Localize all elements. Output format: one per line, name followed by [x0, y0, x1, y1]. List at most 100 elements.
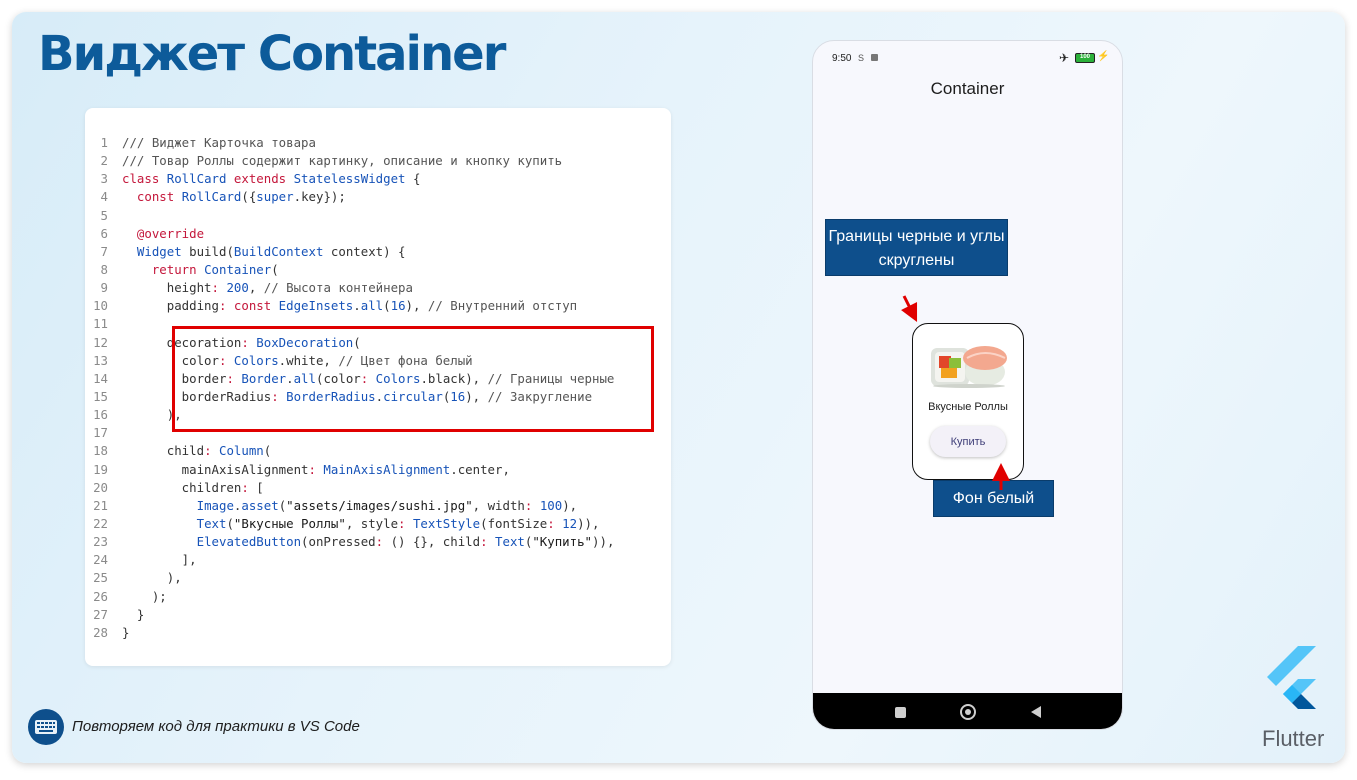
code-token: :: [308, 461, 324, 477]
nav-square-icon[interactable]: [895, 707, 906, 718]
code-text: padding: const EdgeInsets.all(16), // Вн…: [122, 297, 577, 315]
code-token: .: [353, 298, 361, 314]
nav-back-icon[interactable]: [1031, 706, 1041, 718]
code-token: EdgeInsets: [278, 298, 354, 314]
sushi-image: [931, 346, 1007, 388]
line-number: 22: [93, 515, 108, 531]
line-number: 15: [93, 388, 108, 404]
code-text: }: [122, 624, 129, 642]
code-token: Column: [218, 443, 264, 459]
code-token: children: [122, 479, 242, 495]
code-token: Image: [196, 497, 234, 513]
code-text: Image.asset("assets/images/sushi.jpg", w…: [122, 497, 578, 515]
line-number: 24: [93, 552, 108, 568]
code-token: :: [375, 534, 391, 550]
code-token: Widget: [136, 243, 190, 259]
code-text: ),: [122, 569, 182, 587]
code-line: 25 ),: [85, 569, 671, 587]
code-token: BuildContext: [233, 243, 324, 259]
code-line: 20 children: [: [85, 479, 671, 497]
code-token: )),: [592, 534, 615, 550]
flutter-label: Flutter: [1262, 726, 1325, 751]
code-token: Text: [495, 534, 525, 550]
code-line: 8 return Container(: [85, 261, 671, 279]
line-number: 27: [93, 606, 108, 622]
code-line: 27 }: [85, 606, 671, 624]
phone-mockup: 9:50 S ✈ 100 ⚡ Container Вкусные Роллы К…: [812, 40, 1123, 730]
line-number: 10: [93, 298, 108, 314]
status-time: 9:50: [832, 53, 852, 64]
code-token: [: [256, 479, 264, 495]
code-text: const RollCard({super.key});: [122, 188, 346, 206]
code-token: : const: [218, 298, 279, 314]
line-number: 16: [93, 407, 108, 423]
code-token: return: [151, 261, 205, 277]
code-text: Text("Вкусные Роллы", style: TextStyle(f…: [122, 515, 600, 533]
nav-home-icon[interactable]: [960, 704, 976, 720]
line-number: 4: [100, 189, 108, 205]
line-number: 12: [93, 334, 108, 350]
code-token: StatelessWidget: [293, 171, 406, 187]
code-token: 12: [562, 515, 578, 531]
line-number: 21: [93, 497, 108, 513]
code-token: (onPressed: [301, 534, 376, 550]
line-number: 2: [100, 153, 108, 169]
code-token: (fontSize: [480, 515, 548, 531]
line-number: 28: [93, 624, 108, 640]
line-number: 25: [93, 570, 108, 586]
code-token: @override: [136, 225, 205, 241]
line-number: 11: [93, 316, 108, 332]
code-token: // Высота контейнера: [263, 280, 413, 296]
code-token: height: [122, 280, 212, 296]
code-token: (: [263, 443, 272, 459]
airplane-icon: ✈: [1059, 51, 1070, 65]
code-line: 5: [85, 207, 671, 225]
buy-button[interactable]: Купить: [930, 426, 1006, 457]
code-token: Text: [196, 515, 227, 531]
code-token: extends: [233, 171, 294, 187]
line-number: 19: [93, 461, 108, 477]
code-text: return Container(: [122, 261, 279, 279]
code-token: TextStyle: [412, 515, 481, 531]
code-token: "Вкусные Роллы": [233, 515, 346, 531]
line-number: 23: [93, 534, 108, 550]
slide-title: Виджет Container: [38, 26, 506, 82]
code-text: ],: [122, 551, 197, 569]
code-line: 24 ],: [85, 551, 671, 569]
keyboard-icon: [28, 709, 64, 745]
line-number: 7: [100, 243, 108, 259]
code-token: super: [256, 189, 294, 205]
code-token: 100: [539, 497, 563, 513]
code-line: 4 const RollCard({super.key});: [85, 188, 671, 206]
code-token: "assets/images/sushi.jpg": [286, 497, 473, 513]
code-line: 7 Widget build(BuildContext context) {: [85, 243, 671, 261]
code-token: padding: [122, 298, 219, 314]
code-text: children: [: [122, 479, 264, 497]
flutter-logo-icon: [1267, 646, 1316, 709]
line-number: 18: [93, 443, 108, 459]
code-line: 18 child: Column(: [85, 442, 671, 460]
code-text: /// Виджет Карточка товара: [122, 134, 316, 152]
line-number: 13: [93, 352, 108, 368]
code-token: }: [122, 606, 145, 622]
code-token: Container: [204, 261, 272, 277]
code-token: );: [122, 588, 167, 604]
code-token: (: [383, 298, 391, 314]
line-number: 6: [100, 225, 108, 241]
code-line: 6 @override: [85, 225, 671, 243]
app-title: Container: [930, 79, 1005, 98]
code-token: all: [360, 298, 384, 314]
code-token: :: [204, 443, 219, 459]
footer-note: Повторяем код для практики в VS Code: [72, 718, 360, 735]
code-token: , style: [345, 515, 399, 531]
code-token: :: [241, 479, 257, 495]
status-bar: 9:50 S ✈ 100 ⚡: [813, 41, 1122, 75]
code-line: 9 height: 200, // Высота контейнера: [85, 279, 671, 297]
code-token: :: [547, 515, 563, 531]
code-line: 19 mainAxisAlignment: MainAxisAlignment.…: [85, 461, 671, 479]
line-number: 14: [93, 370, 108, 386]
